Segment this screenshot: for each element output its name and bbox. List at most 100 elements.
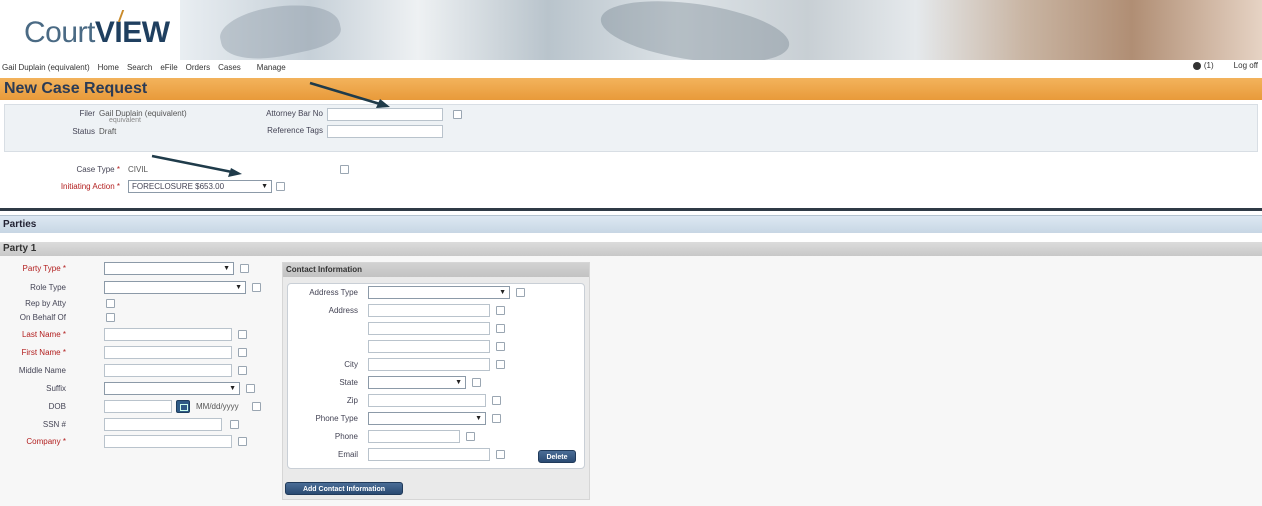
party-1-header: Party 1 bbox=[0, 242, 1262, 256]
status-label: Status bbox=[72, 127, 95, 136]
city-label: City bbox=[344, 360, 358, 369]
middle-name-checkbox[interactable] bbox=[238, 366, 247, 375]
city-input[interactable] bbox=[368, 358, 490, 371]
on-behalf-of-checkbox[interactable] bbox=[106, 313, 115, 322]
rep-by-atty-label: Rep by Atty bbox=[25, 299, 66, 308]
party-1-title: Party 1 bbox=[3, 243, 37, 254]
address-line3-checkbox[interactable] bbox=[496, 342, 505, 351]
add-contact-info-button[interactable]: Add Contact Information bbox=[285, 482, 403, 495]
attorney-bar-label: Attorney Bar No bbox=[266, 109, 323, 118]
phone-checkbox[interactable] bbox=[466, 432, 475, 441]
phone-input[interactable] bbox=[368, 430, 460, 443]
last-name-input[interactable] bbox=[104, 328, 232, 341]
middle-name-input[interactable] bbox=[104, 364, 232, 377]
nav-efile[interactable]: eFile bbox=[160, 63, 177, 72]
ssn-label: SSN # bbox=[42, 420, 66, 429]
email-input[interactable] bbox=[368, 448, 490, 461]
address-line2-checkbox[interactable] bbox=[496, 324, 505, 333]
address-type-label: Address Type bbox=[309, 288, 358, 297]
notifications[interactable]: (1) bbox=[1192, 61, 1214, 70]
nav-manage[interactable]: Manage bbox=[257, 63, 286, 72]
zip-checkbox[interactable] bbox=[492, 396, 501, 405]
party-type-select[interactable]: ▼ bbox=[104, 262, 234, 275]
address-type-checkbox[interactable] bbox=[516, 288, 525, 297]
user-name[interactable]: Gail Duplain (equivalent) bbox=[2, 63, 90, 72]
role-type-label: Role Type bbox=[30, 283, 66, 292]
chevron-down-icon: ▼ bbox=[261, 183, 268, 190]
phone-type-checkbox[interactable] bbox=[492, 414, 501, 423]
dob-checkbox[interactable] bbox=[252, 402, 261, 411]
case-type-value: CIVIL bbox=[128, 165, 149, 174]
logout-link[interactable]: Log off bbox=[1234, 61, 1258, 70]
state-label: State bbox=[339, 378, 358, 387]
phone-label: Phone bbox=[334, 432, 358, 441]
address-label: Address bbox=[328, 306, 358, 315]
nav-home[interactable]: Home bbox=[98, 63, 119, 72]
nav-cases[interactable]: Cases bbox=[218, 63, 241, 72]
rep-by-atty-checkbox[interactable] bbox=[106, 299, 115, 308]
calendar-icon[interactable] bbox=[176, 400, 190, 413]
ssn-input[interactable] bbox=[104, 418, 222, 431]
address-line1-checkbox[interactable] bbox=[496, 306, 505, 315]
dob-input[interactable] bbox=[104, 400, 172, 413]
delete-contact-button[interactable]: Delete bbox=[538, 450, 576, 463]
chevron-down-icon: ▼ bbox=[235, 284, 242, 291]
initiating-action-label: Initiating Action * bbox=[60, 182, 120, 191]
company-checkbox[interactable] bbox=[238, 437, 247, 446]
state-select[interactable]: ▼ bbox=[368, 376, 466, 389]
nav-search[interactable]: Search bbox=[127, 63, 152, 72]
role-type-checkbox[interactable] bbox=[252, 283, 261, 292]
filer-value-sub: equivalent bbox=[109, 117, 141, 124]
banner-image bbox=[180, 0, 1262, 60]
case-type-checkbox[interactable] bbox=[340, 165, 349, 174]
party-type-checkbox[interactable] bbox=[240, 264, 249, 273]
chevron-down-icon: ▼ bbox=[475, 415, 482, 422]
reference-tags-label: Reference Tags bbox=[267, 126, 323, 135]
case-type-label: Case Type * bbox=[76, 165, 120, 174]
initiating-action-checkbox[interactable] bbox=[276, 182, 285, 191]
chevron-down-icon: ▼ bbox=[499, 289, 506, 296]
middle-name-label: Middle Name bbox=[18, 366, 66, 375]
suffix-label: Suffix bbox=[46, 384, 66, 393]
parties-title: Parties bbox=[3, 219, 37, 230]
email-label: Email bbox=[337, 450, 358, 459]
contact-info-form: Address Type ▼ Address City State ▼ Zip … bbox=[287, 283, 585, 469]
banner: CourtVIEW bbox=[0, 0, 1262, 60]
filer-label: Filer bbox=[79, 109, 95, 118]
chevron-down-icon: ▼ bbox=[229, 385, 236, 392]
suffix-checkbox[interactable] bbox=[246, 384, 255, 393]
email-checkbox[interactable] bbox=[496, 450, 505, 459]
first-name-input[interactable] bbox=[104, 346, 232, 359]
address-line3-input[interactable] bbox=[368, 340, 490, 353]
on-behalf-of-label: On Behalf Of bbox=[19, 313, 66, 322]
first-name-checkbox[interactable] bbox=[238, 348, 247, 357]
zip-input[interactable] bbox=[368, 394, 486, 407]
address-type-select[interactable]: ▼ bbox=[368, 286, 510, 299]
contact-info-panel: Contact Information Address Type ▼ Addre… bbox=[282, 262, 590, 500]
suffix-select[interactable]: ▼ bbox=[104, 382, 240, 395]
reference-tags-input[interactable] bbox=[327, 125, 443, 138]
initiating-action-select[interactable]: FORECLOSURE $653.00 ▼ bbox=[128, 180, 272, 193]
city-checkbox[interactable] bbox=[496, 360, 505, 369]
contact-info-header: Contact Information bbox=[283, 263, 589, 277]
company-label: Company * bbox=[26, 437, 66, 446]
chevron-down-icon: ▼ bbox=[455, 379, 462, 386]
page-title: New Case Request bbox=[4, 80, 148, 97]
role-type-select[interactable]: ▼ bbox=[104, 281, 246, 294]
last-name-checkbox[interactable] bbox=[238, 330, 247, 339]
chevron-down-icon: ▼ bbox=[223, 265, 230, 272]
parties-header: Parties bbox=[0, 215, 1262, 233]
attorney-bar-input[interactable] bbox=[327, 108, 443, 121]
app-logo[interactable]: CourtVIEW bbox=[24, 16, 170, 50]
dob-label: DOB bbox=[48, 402, 66, 411]
company-input[interactable] bbox=[104, 435, 232, 448]
attorney-bar-checkbox[interactable] bbox=[453, 110, 462, 119]
phone-type-select[interactable]: ▼ bbox=[368, 412, 486, 425]
ssn-checkbox[interactable] bbox=[230, 420, 239, 429]
address-line1-input[interactable] bbox=[368, 304, 490, 317]
state-checkbox[interactable] bbox=[472, 378, 481, 387]
section-divider bbox=[0, 208, 1262, 211]
address-line2-input[interactable] bbox=[368, 322, 490, 335]
nav-orders[interactable]: Orders bbox=[186, 63, 210, 72]
status-value: Draft bbox=[99, 127, 117, 136]
